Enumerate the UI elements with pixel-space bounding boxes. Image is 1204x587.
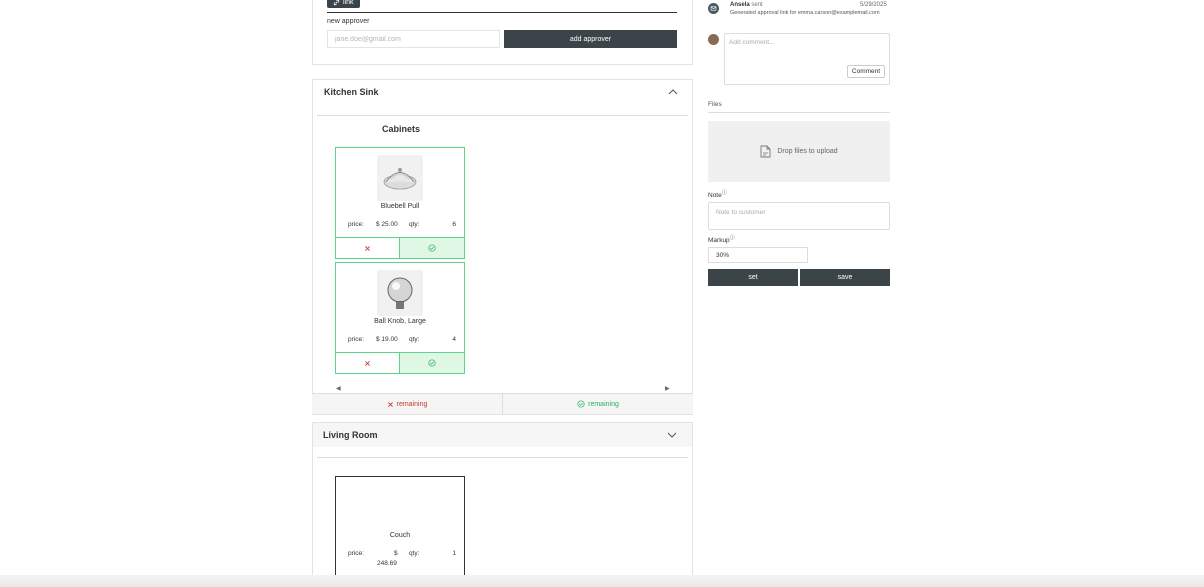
comment-placeholder: Add comment... — [729, 39, 775, 46]
activity-message: Generated approval link for emma.carson@… — [730, 10, 880, 16]
price-label: price: — [348, 221, 364, 228]
knob-image — [387, 277, 413, 309]
bottom-bar — [0, 575, 1204, 587]
check-circle-icon — [428, 359, 436, 367]
activity-author: Ansela sent — [730, 2, 763, 8]
approve-button[interactable] — [400, 238, 464, 258]
email-icon — [708, 3, 719, 14]
price-value: $ 25.00 — [376, 221, 398, 228]
comment-button[interactable]: Comment — [847, 65, 885, 78]
remaining-bar: remaining remaining — [312, 393, 693, 414]
approve-remaining-button[interactable]: remaining — [503, 394, 693, 414]
save-button[interactable]: save — [800, 269, 890, 286]
info-icon: ⓘ — [729, 235, 735, 241]
scroll-right-arrow[interactable]: ▶ — [665, 385, 670, 392]
room-header[interactable]: Living Room — [313, 423, 692, 447]
new-approver-label: new approver — [327, 18, 370, 25]
approver-email-input[interactable] — [327, 30, 500, 48]
section-title-cabinets: Cabinets — [382, 124, 421, 134]
price-label: price: — [348, 336, 364, 343]
cabinet-pull-image — [383, 168, 417, 190]
comment-input[interactable]: Add comment... Comment — [724, 33, 890, 85]
qty-value: 1 — [452, 550, 456, 557]
divider — [708, 112, 890, 113]
qty-value: 4 — [452, 336, 456, 343]
set-button[interactable]: set — [708, 269, 798, 286]
reject-remaining-button[interactable]: remaining — [312, 394, 503, 414]
product-name: Couch — [389, 532, 411, 539]
note-label-text: Note — [708, 192, 722, 200]
product-name: Bluebell Pull — [380, 203, 420, 210]
dropzone-text: Drop files to upload — [777, 148, 838, 155]
activity-date: 5/29/2025 — [860, 2, 887, 8]
check-circle-icon — [428, 244, 436, 252]
activity-action: sent — [751, 2, 763, 8]
info-icon: ⓘ — [721, 190, 727, 196]
divider — [327, 12, 677, 13]
divider — [317, 457, 688, 458]
link-button[interactable]: link — [327, 0, 360, 8]
avatar — [708, 34, 719, 45]
activity-name: Ansela — [730, 2, 750, 8]
product-actions — [336, 237, 464, 258]
room-title: Living Room — [323, 430, 378, 440]
price-value: 248.69 — [377, 560, 397, 567]
product-actions — [336, 352, 464, 373]
qty-label: qty: — [409, 550, 420, 557]
add-approver-button[interactable]: add approver — [504, 30, 677, 48]
chevron-down-icon[interactable] — [667, 430, 677, 440]
reject-button[interactable] — [336, 238, 400, 258]
product-card: Bluebell Pull price: $ 25.00 qty: 6 — [335, 147, 465, 259]
file-dropzone[interactable]: Drop files to upload — [708, 121, 890, 182]
price-label: price: — [348, 550, 364, 557]
product-image — [377, 270, 423, 316]
price-currency: $ — [394, 550, 398, 557]
product-image — [377, 155, 423, 201]
product-name: Ball Knob, Large — [374, 318, 426, 325]
link-label: link — [343, 0, 354, 6]
note-placeholder: Note to customer — [716, 209, 766, 216]
close-icon — [365, 360, 370, 366]
check-circle-icon — [577, 400, 585, 408]
price-value: $ 19.00 — [376, 336, 398, 343]
qty-value: 6 — [452, 221, 456, 228]
note-label: Noteⓘ — [708, 189, 727, 199]
markup-input[interactable]: 30% — [708, 247, 808, 263]
reject-remaining-label: remaining — [396, 400, 428, 408]
qty-label: qty: — [409, 221, 420, 228]
markup-label: Markupⓘ — [708, 234, 735, 244]
chevron-up-icon[interactable] — [668, 87, 678, 97]
approve-button[interactable] — [400, 353, 464, 373]
scroll-left-arrow[interactable]: ◀ — [336, 385, 341, 392]
file-icon — [760, 145, 771, 158]
reject-button[interactable] — [336, 353, 400, 373]
close-icon — [365, 245, 370, 251]
markup-label-text: Markup — [708, 237, 730, 245]
link-icon — [333, 0, 340, 5]
note-input[interactable]: Note to customer — [708, 202, 890, 230]
close-icon — [387, 401, 393, 407]
approve-remaining-label: remaining — [588, 400, 619, 408]
qty-label: qty: — [409, 336, 420, 343]
files-label: Files — [708, 101, 722, 108]
product-card: Ball Knob, Large price: $ 19.00 qty: 4 — [335, 262, 465, 374]
room-title: Kitchen Sink — [324, 87, 379, 97]
product-card: Couch price: $ 248.69 qty: 1 — [335, 476, 465, 587]
divider — [317, 115, 688, 116]
